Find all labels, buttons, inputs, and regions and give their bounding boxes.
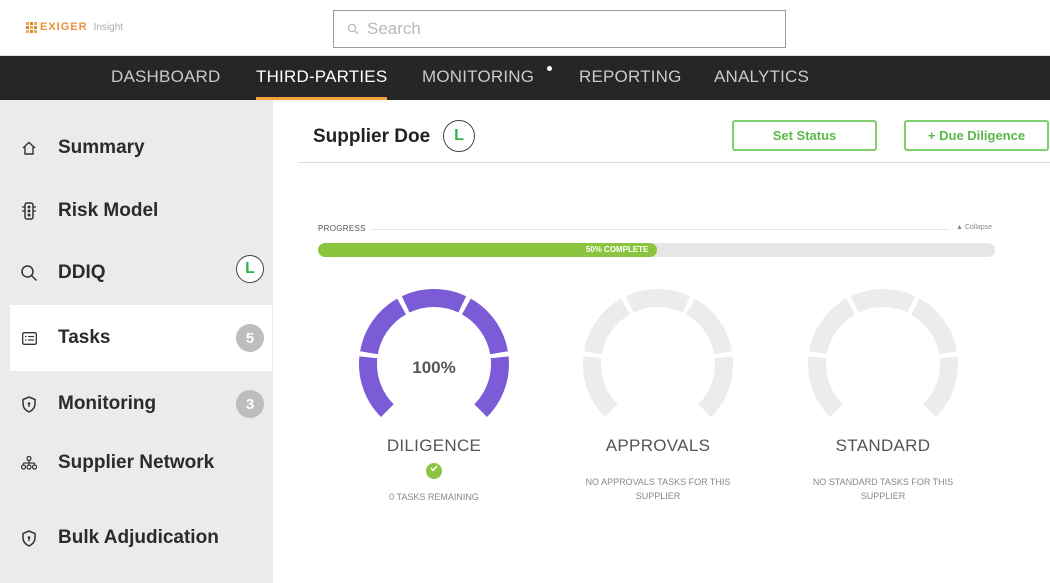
traffic-light-icon <box>20 202 38 220</box>
nav-monitoring[interactable]: MONITORING <box>422 67 534 87</box>
gauge-name: STANDARD <box>835 436 931 455</box>
sidebar-item-label: DDIQ <box>58 262 106 283</box>
check-icon <box>426 463 442 479</box>
gauge-subtext: 0 TASKS REMAINING <box>389 492 479 502</box>
shield-icon <box>20 395 38 413</box>
risk-level-badge: L <box>236 255 264 283</box>
top-bar: EXIGER Insight <box>0 0 1050 56</box>
set-status-button[interactable]: Set Status <box>732 120 877 151</box>
gauge-segment <box>583 356 618 418</box>
sidebar-item-tasks[interactable]: Tasks 5 <box>10 305 272 371</box>
progress-complete-text: 50% COMPLETE <box>585 245 649 254</box>
sidebar-item-label: Bulk Adjudication <box>58 527 219 548</box>
progress-rule <box>370 229 950 230</box>
gauge-subtext: NO APPROVALS TASKS FOR THIS SUPPLIER <box>585 477 731 501</box>
gauge-segment <box>809 298 856 355</box>
exiger-logo[interactable]: EXIGER Insight <box>26 21 123 33</box>
main-nav: DASHBOARD THIRD-PARTIES MONITORING REPOR… <box>0 56 1050 100</box>
approvals-gauge: APPROVALS NO APPROVALS TASKS FOR THIS SU… <box>543 286 773 516</box>
nav-reporting[interactable]: REPORTING <box>579 67 682 87</box>
sidebar-item-risk-model[interactable]: Risk Model <box>10 178 272 244</box>
gauge-segment <box>850 289 916 313</box>
diligence-gauge: 100% DILIGENCE 0 TASKS REMAINING <box>319 286 549 516</box>
count-badge: 5 <box>236 324 264 352</box>
header-divider <box>298 162 1050 163</box>
diligence-gauge-ring <box>359 289 509 418</box>
gauge-segment <box>685 298 732 355</box>
gauge-segment <box>584 298 631 355</box>
gauge-segment <box>625 289 691 313</box>
gauge-name: APPROVALS <box>605 436 711 455</box>
gauge-segment <box>808 356 843 418</box>
standard-gauge-ring <box>808 289 958 418</box>
logo-mark-icon <box>26 21 37 33</box>
page-title: Supplier Doe <box>313 126 431 147</box>
brand-name: EXIGER <box>40 21 88 33</box>
progress-bar: 50% COMPLETE <box>318 243 995 257</box>
shield-icon <box>20 529 38 547</box>
nav-dashboard[interactable]: DASHBOARD <box>111 67 221 87</box>
sidebar: Summary Risk Model DDIQ L Tasks 5 Monito… <box>0 100 273 583</box>
list-icon <box>20 329 38 347</box>
standard-gauge: STANDARD NO STANDARD TASKS FOR THIS SUPP… <box>768 286 998 516</box>
sidebar-item-label: Risk Model <box>58 200 159 221</box>
gauge-subtext: NO STANDARD TASKS FOR THIS SUPPLIER <box>812 477 954 501</box>
gauge-segment <box>401 289 467 313</box>
sidebar-item-bulk-adjudication[interactable]: Bulk Adjudication <box>10 505 272 571</box>
search-icon <box>20 264 38 282</box>
gauge-segment <box>910 298 957 355</box>
collapse-link[interactable]: ▲ Collapse <box>956 224 992 231</box>
search-box[interactable] <box>333 10 786 48</box>
count-badge: 3 <box>236 390 264 418</box>
gauge-segment <box>360 298 407 355</box>
brand-product: Insight <box>93 21 124 33</box>
sidebar-item-label: Supplier Network <box>58 452 215 473</box>
sidebar-item-label: Summary <box>58 137 145 158</box>
sidebar-item-ddiq[interactable]: DDIQ L <box>10 240 272 306</box>
gauge-segment <box>923 356 958 418</box>
sidebar-item-label: Tasks <box>58 327 111 348</box>
gauge-value: 100% <box>412 358 456 377</box>
approvals-gauge-ring <box>583 289 733 418</box>
gauge-segment <box>698 356 733 418</box>
main-panel: Supplier Doe L Set Status + Due Diligenc… <box>273 100 1050 583</box>
sidebar-item-monitoring[interactable]: Monitoring 3 <box>10 371 272 437</box>
sidebar-item-summary[interactable]: Summary <box>10 115 272 181</box>
sidebar-item-supplier-network[interactable]: Supplier Network <box>10 430 272 496</box>
monitoring-notification-dot <box>547 66 552 71</box>
gauge-segment <box>461 298 508 355</box>
risk-level-badge: L <box>443 120 475 152</box>
add-due-diligence-button[interactable]: + Due Diligence <box>904 120 1049 151</box>
sidebar-item-label: Monitoring <box>58 393 157 414</box>
search-input[interactable] <box>367 19 767 39</box>
nav-third-parties[interactable]: THIRD-PARTIES <box>256 67 388 100</box>
network-icon <box>20 454 38 472</box>
progress-bar-fill: 50% COMPLETE <box>318 243 657 257</box>
home-icon <box>20 139 38 157</box>
progress-label: PROGRESS <box>318 224 366 233</box>
search-icon <box>347 23 359 35</box>
gauge-name: DILIGENCE <box>386 436 482 455</box>
nav-analytics[interactable]: ANALYTICS <box>714 67 809 87</box>
